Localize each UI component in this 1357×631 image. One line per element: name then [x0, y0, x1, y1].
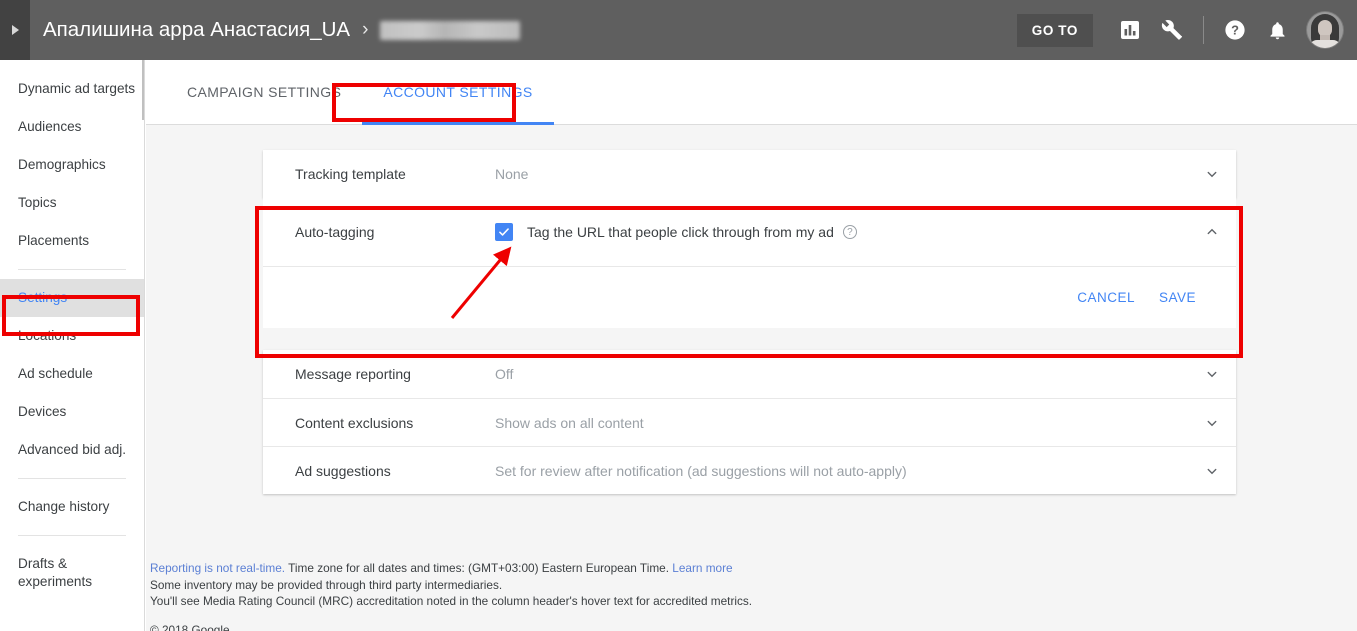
tracking-template-card: Tracking template None: [263, 150, 1236, 198]
main-content: CAMPAIGN SETTINGS ACCOUNT SETTINGS Track…: [146, 60, 1357, 631]
auto-tagging-card: Auto-tagging Tag the URL that people cli…: [263, 198, 1236, 328]
auto-tagging-checkbox-group: Tag the URL that people click through fr…: [495, 223, 1188, 241]
auto-tagging-checkbox[interactable]: [495, 223, 513, 241]
content-exclusions-row[interactable]: Content exclusions Show ads on all conte…: [263, 398, 1236, 446]
sidebar-divider-2: [18, 478, 126, 479]
tracking-template-expand-button[interactable]: [1188, 165, 1236, 183]
svg-text:?: ?: [1231, 23, 1239, 38]
reports-bar-chart-icon: [1121, 21, 1139, 39]
tracking-template-label: Tracking template: [295, 166, 406, 182]
chevron-down-icon: [1207, 420, 1217, 426]
breadcrumb-account-name[interactable]: Апалишина арра Анастасия_UA: [43, 18, 350, 42]
google-ads-account-settings-page: Апалишина арра Анастасия_UA › GO TO ? Dy…: [0, 0, 1357, 631]
avatar[interactable]: [1307, 12, 1343, 48]
sidebar-item-devices[interactable]: Devices: [0, 393, 144, 431]
sidebar-item-placements[interactable]: Placements: [0, 222, 144, 260]
header-divider: [1203, 16, 1204, 44]
expand-arrow-icon: [11, 25, 19, 35]
sidebar-divider-1: [18, 269, 126, 270]
message-reporting-label: Message reporting: [295, 366, 411, 382]
save-button[interactable]: SAVE: [1147, 282, 1208, 313]
auto-tagging-help-icon[interactable]: ?: [842, 225, 857, 239]
footer-timezone-text: Time zone for all dates and times: (GMT+…: [285, 561, 673, 575]
learn-more-link[interactable]: Learn more: [672, 561, 732, 575]
footer-copyright: © 2018 Google: [150, 622, 230, 631]
reports-bar-chart-button[interactable]: [1109, 9, 1151, 51]
header-actions: GO TO ?: [1016, 9, 1343, 51]
checkmark-icon: [499, 228, 509, 236]
footer-line-2: Some inventory may be provided through t…: [150, 577, 503, 592]
sidebar-divider-3: [18, 535, 126, 536]
tab-account-settings[interactable]: ACCOUNT SETTINGS: [362, 60, 554, 125]
content-exclusions-expand-button[interactable]: [1188, 414, 1236, 432]
sidebar-item-settings[interactable]: Settings: [0, 279, 144, 317]
help-question-icon: ?: [1225, 20, 1245, 40]
sidebar-item-advanced-bid-adj[interactable]: Advanced bid adj.: [0, 431, 144, 469]
breadcrumb-separator-icon: ›: [362, 19, 369, 40]
sidebar-item-change-history[interactable]: Change history: [0, 488, 144, 526]
auto-tagging-header-row[interactable]: Auto-tagging Tag the URL that people cli…: [263, 198, 1236, 266]
auto-tagging-collapse-button[interactable]: [1188, 223, 1236, 241]
help-button[interactable]: ?: [1214, 9, 1256, 51]
nav-expand-arrow-button[interactable]: [0, 0, 30, 60]
footer-disclaimer: Reporting is not real-time. Time zone fo…: [150, 560, 752, 631]
breadcrumb: Апалишина арра Анастасия_UA ›: [43, 18, 1017, 42]
chevron-down-icon: [1207, 468, 1217, 474]
cancel-button[interactable]: CANCEL: [1065, 282, 1147, 313]
other-settings-card: Message reporting Off Content exclusions…: [263, 350, 1236, 494]
sidebar-item-demographics[interactable]: Demographics: [0, 146, 144, 184]
message-reporting-expand-button[interactable]: [1188, 365, 1236, 383]
sidebar-item-drafts-experiments[interactable]: Drafts & experiments: [0, 545, 144, 601]
ad-suggestions-value: Set for review after notification (ad su…: [495, 462, 907, 479]
go-to-button[interactable]: GO TO: [1016, 13, 1093, 47]
tab-campaign-settings[interactable]: CAMPAIGN SETTINGS: [166, 60, 362, 125]
chevron-down-icon: [1207, 371, 1217, 378]
sidebar-item-dynamic-ad-targets[interactable]: Dynamic ad targets: [0, 70, 144, 108]
tools-wrench-button[interactable]: [1151, 9, 1193, 51]
settings-tabbar: CAMPAIGN SETTINGS ACCOUNT SETTINGS: [146, 60, 1357, 125]
chevron-down-icon: [1207, 171, 1217, 178]
notifications-bell-icon: [1270, 21, 1284, 39]
ad-suggestions-row[interactable]: Ad suggestions Set for review after noti…: [263, 446, 1236, 494]
footer-line-3: You'll see Media Rating Council (MRC) ac…: [150, 594, 753, 608]
left-sidebar: Dynamic ad targets Audiences Demographic…: [0, 60, 145, 631]
tracking-template-row[interactable]: Tracking template None: [263, 150, 1236, 198]
reporting-not-realtime-link[interactable]: Reporting is not real-time.: [150, 561, 285, 575]
sidebar-item-topics[interactable]: Topics: [0, 184, 144, 222]
sidebar-item-audiences[interactable]: Audiences: [0, 108, 144, 146]
notifications-button[interactable]: [1256, 9, 1298, 51]
ad-suggestions-label: Ad suggestions: [295, 462, 391, 479]
sidebar-scrollbar[interactable]: [142, 60, 144, 120]
content-exclusions-label: Content exclusions: [295, 414, 414, 431]
auto-tagging-label: Auto-tagging: [295, 224, 375, 240]
content-exclusions-value: Show ads on all content: [495, 414, 644, 431]
breadcrumb-redacted-campaign[interactable]: [380, 20, 521, 40]
chevron-up-icon: [1207, 228, 1217, 235]
tools-wrench-icon: [1161, 20, 1183, 40]
ad-suggestions-expand-button[interactable]: [1188, 462, 1236, 480]
auto-tagging-actions: CANCEL SAVE: [263, 266, 1236, 328]
sidebar-item-ad-schedule[interactable]: Ad schedule: [0, 355, 144, 393]
settings-cards: Tracking template None Auto-tagging Tag …: [146, 125, 1357, 494]
tracking-template-value: None: [495, 166, 529, 182]
message-reporting-value: Off: [495, 366, 514, 382]
top-header-bar: Апалишина арра Анастасия_UA › GO TO ?: [0, 0, 1357, 60]
message-reporting-row[interactable]: Message reporting Off: [263, 350, 1236, 398]
auto-tagging-checkbox-label: Tag the URL that people click through fr…: [527, 224, 834, 240]
footer-line-1: Reporting is not real-time. Time zone fo…: [150, 560, 752, 577]
sidebar-item-locations[interactable]: Locations: [0, 317, 144, 355]
avatar-shoulder: [1309, 40, 1341, 48]
